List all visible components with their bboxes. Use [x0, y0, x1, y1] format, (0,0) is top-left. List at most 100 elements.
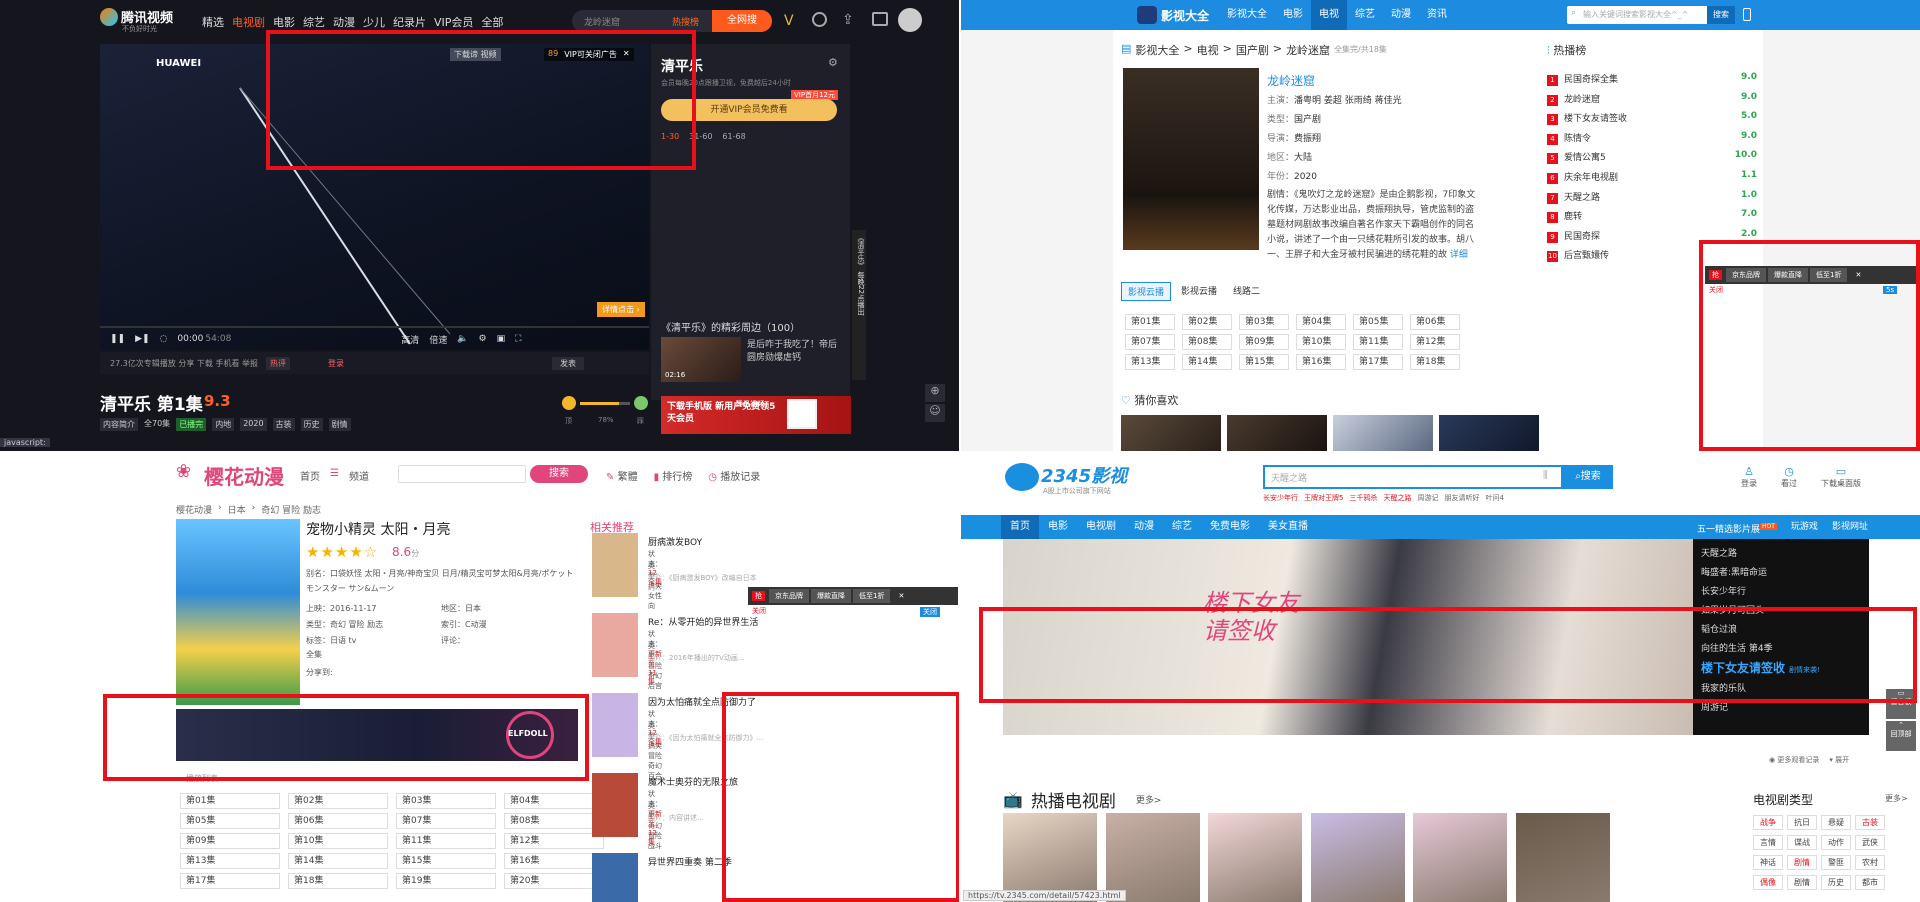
nav-item[interactable]: 综艺: [1163, 515, 1201, 539]
search-button[interactable]: ⌕搜索: [1563, 465, 1613, 489]
download-tool[interactable]: ▭ 下载桌面版: [1821, 465, 1861, 489]
watched-tool[interactable]: ◷ 看过: [1781, 465, 1797, 489]
episode-button[interactable]: 第16集: [504, 853, 604, 869]
genre-tag[interactable]: 战争: [1753, 815, 1783, 830]
banner-list-item[interactable]: 天醒之路: [1701, 545, 1820, 564]
episode-button[interactable]: 第15集: [1239, 354, 1289, 370]
feedback-icon[interactable]: ☺: [925, 404, 945, 422]
recommend-thumb[interactable]: [1439, 415, 1539, 451]
nav-item[interactable]: 资讯: [1419, 0, 1455, 30]
episode-button[interactable]: 第02集: [288, 793, 388, 809]
hot-comment-button[interactable]: 热评: [265, 356, 290, 370]
volume-icon[interactable]: 🔈: [457, 334, 468, 344]
genre-more-link[interactable]: 更多>: [1885, 793, 1908, 804]
login-link[interactable]: 登录: [328, 358, 344, 369]
hot-keyword-link[interactable]: 叶问4: [1485, 493, 1503, 503]
show-title[interactable]: 龙岭迷窟: [1267, 72, 1315, 89]
episode-button[interactable]: 第14集: [288, 853, 388, 869]
search-button[interactable]: 搜索: [1707, 6, 1735, 24]
nav-item[interactable]: 少儿: [363, 14, 385, 30]
episode-button[interactable]: 第12集: [1410, 334, 1460, 350]
episode-button[interactable]: 第16集: [1296, 354, 1346, 370]
episode-button[interactable]: 第04集: [1296, 314, 1346, 330]
banner-list-item[interactable]: 晦盛者:黑暗命运: [1701, 564, 1820, 583]
avatar[interactable]: [898, 8, 922, 32]
episode-button[interactable]: 第17集: [180, 873, 280, 889]
hot-list-item[interactable]: 6 庆余年电视剧 1.1: [1547, 170, 1757, 184]
search-button[interactable]: 全网搜: [712, 10, 772, 32]
login-tool[interactable]: ♙ 登录: [1741, 465, 1757, 489]
settings-icon[interactable]: ⚙: [479, 334, 487, 344]
episode-button[interactable]: 第10集: [1296, 334, 1346, 350]
detail-button[interactable]: 详情点击 ›: [597, 302, 645, 317]
breadcrumb-item[interactable]: 奇幻 冒险 励志: [261, 503, 321, 516]
search-input[interactable]: 输入关键词搜索影视大全^_^: [1583, 9, 1688, 20]
message-icon[interactable]: [872, 12, 888, 26]
recommend-thumb[interactable]: [1227, 415, 1327, 451]
nav-item[interactable]: 纪录片: [393, 14, 426, 30]
intro-button[interactable]: 内容简介: [100, 418, 138, 431]
poster-image[interactable]: [176, 519, 300, 705]
hot-list-item[interactable]: 5 爱情公寓5 10.0: [1547, 150, 1757, 165]
pause-icon[interactable]: ❚❚: [110, 334, 125, 344]
gift-icon[interactable]: ⊕: [925, 384, 945, 402]
related-thumb[interactable]: [592, 773, 638, 837]
genre-tag[interactable]: 谍战: [1787, 835, 1817, 850]
search-input[interactable]: 天醒之路: [1271, 471, 1307, 484]
ad-tab[interactable]: 京东品牌: [769, 589, 809, 603]
dislike-icon[interactable]: [634, 396, 648, 410]
hot-list-item[interactable]: 7 天醒之路 1.0: [1547, 190, 1757, 204]
nav-item[interactable]: 动漫: [333, 14, 355, 30]
related-thumb[interactable]: [592, 533, 638, 597]
episode-button[interactable]: 第05集: [1353, 314, 1403, 330]
nav-item[interactable]: 影视网址: [1832, 515, 1868, 542]
genre-tag[interactable]: 都市: [1855, 875, 1885, 890]
hot-keyword-link[interactable]: 朋友请听好: [1444, 493, 1479, 503]
episode-button[interactable]: 第03集: [1239, 314, 1289, 330]
progress-track[interactable]: [100, 326, 649, 328]
share-icon[interactable]: ⚙: [828, 56, 838, 69]
source-tab[interactable]: 影视云播: [1175, 282, 1223, 301]
voice-icon[interactable]: ⫼: [1543, 470, 1548, 481]
next-icon[interactable]: ▶❚: [135, 334, 149, 344]
ranking-link[interactable]: ▮ 排行榜: [654, 468, 693, 483]
history-link[interactable]: ◷ 播放记录: [708, 468, 760, 483]
clip-title[interactable]: 是后咋于我吃了！帝后圆房勋爆虐钙: [747, 339, 842, 365]
genre-tag[interactable]: 神话: [1753, 855, 1783, 870]
breadcrumb-item[interactable]: 电视: [1197, 42, 1219, 58]
related-thumb[interactable]: [592, 693, 638, 757]
banner-list-item[interactable]: 长安少年行: [1701, 583, 1820, 602]
breadcrumb-item[interactable]: 龙岭迷窟: [1286, 42, 1330, 58]
range-tab[interactable]: 61-68: [722, 132, 745, 141]
nav-item[interactable]: 免费电影: [1201, 515, 1259, 539]
expand-link[interactable]: ▾ 展开: [1829, 755, 1849, 765]
nav-item[interactable]: 首页: [300, 468, 320, 483]
plot-more-link[interactable]: 详细: [1450, 250, 1468, 260]
nav-item[interactable]: 美女直播: [1259, 515, 1317, 539]
nav-item[interactable]: 影视大全: [1219, 0, 1275, 30]
breadcrumb-item[interactable]: 国产剧: [1236, 42, 1269, 58]
episode-button[interactable]: 第20集: [504, 873, 604, 889]
related-title[interactable]: 厨病激发BOY: [648, 535, 768, 548]
breadcrumb-item[interactable]: 影视大全: [1135, 42, 1179, 58]
drama-thumb[interactable]: [1208, 813, 1302, 902]
episode-button[interactable]: 第10集: [288, 833, 388, 849]
tag[interactable]: 2020: [240, 418, 267, 431]
drama-thumb[interactable]: [1413, 813, 1507, 902]
episode-button[interactable]: 第07集: [396, 813, 496, 829]
drama-thumb[interactable]: [1515, 813, 1610, 902]
episode-button[interactable]: 第19集: [396, 873, 496, 889]
nav-item[interactable]: 精选: [202, 14, 224, 30]
nav-item[interactable]: VIP会员: [434, 14, 473, 30]
genre-tag[interactable]: 剧情: [1787, 855, 1817, 870]
hot-list-item[interactable]: 1 民国奇探全集 9.0: [1547, 72, 1757, 86]
genre-tag[interactable]: 动作: [1821, 835, 1851, 850]
nav-item[interactable]: 动漫: [1383, 0, 1419, 30]
danmaku-icon[interactable]: ◌: [160, 334, 168, 344]
genre-tag[interactable]: 抗日: [1787, 815, 1817, 830]
hot-list-item[interactable]: 2 龙岭迷窟 9.0: [1547, 92, 1757, 106]
episode-button[interactable]: 第06集: [288, 813, 388, 829]
breadcrumb-item[interactable]: 日本: [228, 503, 246, 516]
nav-item-tv[interactable]: 电视剧: [232, 14, 265, 30]
search-input[interactable]: [398, 465, 526, 483]
